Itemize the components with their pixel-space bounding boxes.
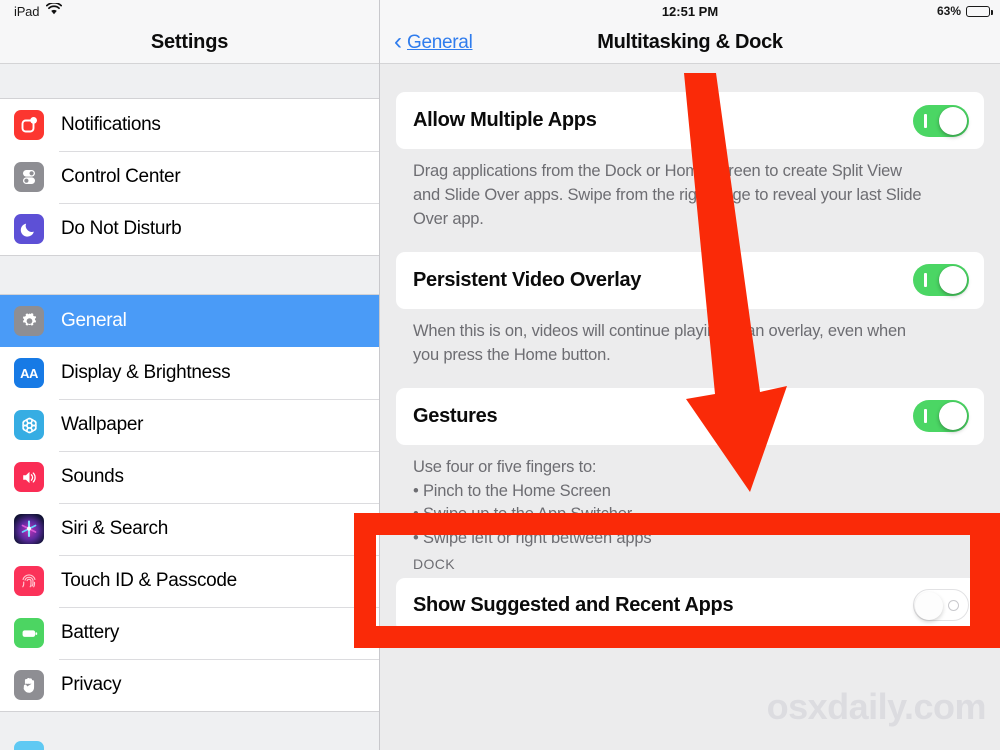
toggle-off-mark [948, 600, 959, 611]
toggle-knob [939, 106, 967, 135]
footnote-line: and Slide Over apps. Swipe from the righ… [413, 185, 922, 204]
toggle-knob [939, 266, 967, 295]
sidebar-item-touch-id-passcode[interactable]: Touch ID & Passcode [0, 555, 379, 607]
status-bar-battery: 63% [936, 0, 993, 22]
sidebar-item-label: Wallpaper [61, 414, 144, 435]
sidebar-group-gap-middle [0, 255, 379, 295]
persistent-video-overlay-toggle[interactable] [913, 264, 969, 297]
footnote-line: Drag applications from the Dock or Home … [413, 162, 902, 180]
chevron-left-icon: ‹ [394, 27, 402, 55]
display-brightness-icon: AA [14, 358, 44, 388]
sidebar-item-label: Display & Brightness [61, 362, 231, 383]
battery-indicator-icon [966, 5, 993, 17]
back-button[interactable]: ‹ General [394, 27, 473, 55]
do-not-disturb-icon [14, 214, 44, 244]
touch-id-icon [14, 566, 44, 596]
allow-multiple-apps-toggle[interactable] [913, 104, 969, 137]
navigation-bar: ‹ General Multitasking & Dock [380, 22, 1000, 64]
sidebar-item-privacy[interactable]: Privacy [0, 659, 379, 711]
battery-icon [14, 618, 44, 648]
footnote-line: • Pinch to the Home Screen [413, 481, 611, 500]
footnote-line: you press the Home button. [413, 345, 611, 364]
footnote-line: Over app. [413, 209, 484, 228]
multitasking-dock-pane: 12:51 PM 63% ‹ General Multitasking & Do… [380, 0, 1000, 750]
setting-title: Persistent Video Overlay [413, 268, 642, 291]
footnote-line: • Swipe up to the App Switcher [413, 505, 632, 524]
setting-footnote-allow-multiple-apps: Drag applications from the Dock or Home … [396, 149, 984, 232]
sidebar-item-sounds[interactable]: Sounds [0, 451, 379, 503]
sidebar-group-2: General AA Display & Brightness Wallpape… [0, 295, 379, 711]
sidebar-item-wallpaper[interactable]: Wallpaper [0, 399, 379, 451]
back-button-label: General [407, 31, 473, 53]
toggle-on-mark [924, 113, 927, 128]
toggle-on-mark [924, 409, 927, 424]
sidebar-item-do-not-disturb[interactable]: Do Not Disturb [0, 203, 379, 255]
sidebar-group-gap-bottom [0, 711, 379, 750]
page-title: Settings [150, 31, 229, 53]
toggle-knob [915, 592, 943, 620]
sidebar-item-control-center[interactable]: Control Center [0, 151, 379, 203]
notifications-icon [14, 110, 44, 140]
gestures-toggle[interactable] [913, 400, 969, 433]
nav-title: Multitasking & Dock [597, 31, 783, 53]
ipad-settings-screen: iPad Settings Notifications Control Cent… [0, 0, 1000, 750]
sidebar-item-siri-search[interactable]: Siri & Search [0, 503, 379, 555]
sidebar-group-1: Notifications Control Center Do Not Dist… [0, 99, 379, 255]
toggle-on-mark [924, 273, 927, 288]
setting-footnote-gestures: Use four or five fingers to: • Pinch to … [396, 445, 984, 552]
dock-section: DOCK Show Suggested and Recent Apps [380, 556, 1000, 632]
sidebar-item-label: Control Center [61, 166, 181, 187]
sidebar-item-label: Siri & Search [61, 518, 168, 539]
sidebar-title-bar: Settings [0, 22, 379, 64]
status-bar-device-label: iPad [14, 3, 40, 19]
sidebar-item-label: Do Not Disturb [61, 218, 182, 239]
privacy-icon [14, 670, 44, 700]
dock-section-header: DOCK [413, 556, 456, 572]
setting-title: Allow Multiple Apps [413, 109, 597, 131]
control-center-icon [14, 162, 44, 192]
sidebar-item-general[interactable]: General [0, 295, 379, 347]
setting-row-show-suggested-recent-apps[interactable]: Show Suggested and Recent Apps [396, 578, 984, 632]
sidebar-item-label: Touch ID & Passcode [61, 570, 237, 591]
sidebar-item-battery[interactable]: Battery [0, 607, 379, 659]
sounds-icon [14, 462, 44, 492]
sidebar-item-partial-icon [14, 741, 44, 750]
footnote-line: When this is on, videos will continue pl… [413, 321, 906, 340]
battery-percent-label: 63% [936, 4, 961, 18]
sidebar-group-gap-top [0, 64, 379, 99]
setting-title: Show Suggested and Recent Apps [413, 593, 734, 616]
siri-icon [14, 514, 44, 544]
setting-row-allow-multiple-apps[interactable]: Allow Multiple Apps [396, 92, 984, 149]
setting-title: Gestures [413, 404, 498, 427]
status-bar-left: iPad [0, 0, 379, 22]
wifi-icon [46, 1, 63, 18]
sidebar-item-label: General [61, 310, 127, 331]
sidebar-item-label: Privacy [61, 674, 122, 695]
sidebar-item-label: Notifications [61, 114, 161, 135]
site-watermark: osxdaily.com [766, 686, 987, 727]
sidebar-item-notifications[interactable]: Notifications [0, 99, 379, 151]
settings-list: Allow Multiple Apps Drag applications fr… [380, 64, 1000, 551]
footnote-line: Use four or five fingers to: [413, 457, 597, 476]
status-bar-clock: 12:51 PM [661, 3, 719, 19]
status-bar-right: 12:51 PM 63% [380, 0, 1000, 22]
sidebar-item-label: Battery [61, 622, 120, 643]
toggle-knob [939, 402, 967, 431]
wallpaper-icon [14, 410, 44, 440]
footnote-line: • Swipe left or right between apps [413, 529, 652, 548]
setting-row-persistent-video-overlay[interactable]: Persistent Video Overlay [396, 251, 984, 309]
show-suggested-recent-apps-toggle[interactable] [913, 589, 969, 621]
setting-row-gestures[interactable]: Gestures [396, 387, 984, 445]
gear-icon [14, 306, 44, 336]
sidebar-item-label: Sounds [61, 466, 124, 487]
settings-sidebar: iPad Settings Notifications Control Cent… [0, 0, 380, 750]
setting-footnote-persistent-video-overlay: When this is on, videos will continue pl… [396, 309, 984, 368]
sidebar-item-display-brightness[interactable]: AA Display & Brightness [0, 347, 379, 399]
aa-glyph: AA [20, 365, 38, 381]
